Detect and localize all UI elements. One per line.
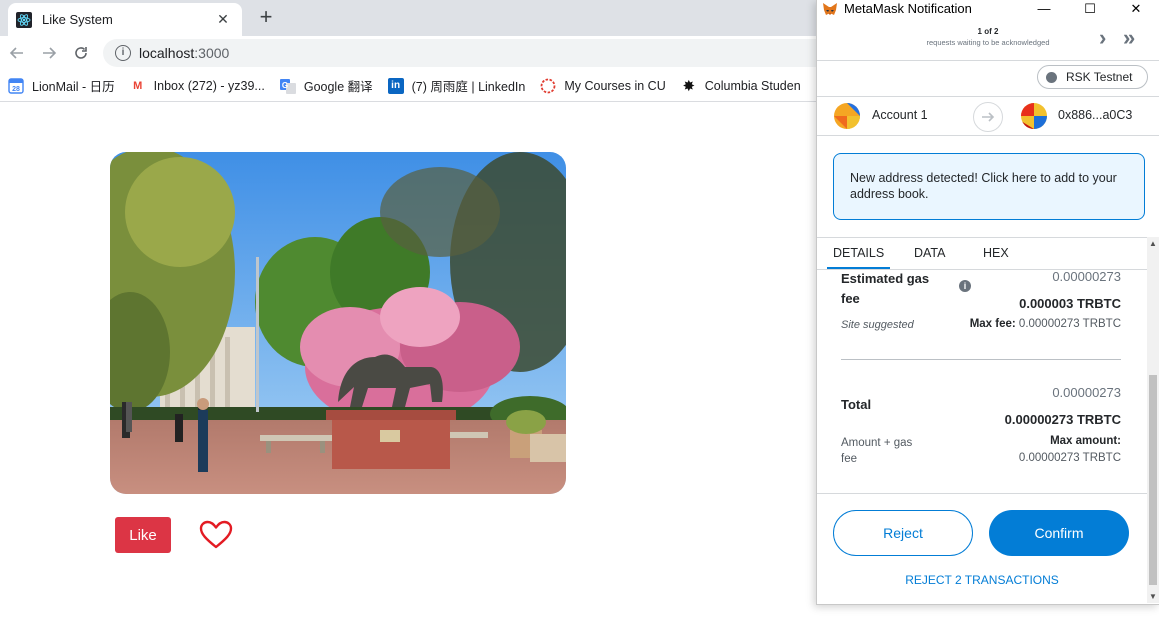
network-selector[interactable]: RSK Testnet (1037, 65, 1148, 89)
back-button[interactable] (5, 41, 29, 65)
network-status-icon (1046, 71, 1057, 83)
new-tab-button[interactable]: + (254, 6, 278, 30)
maximize-button[interactable]: ☐ (1067, 1, 1113, 17)
like-button[interactable]: Like (115, 517, 171, 553)
back-arrow-icon (9, 47, 23, 59)
close-window-button[interactable]: ✕ (1113, 1, 1159, 17)
total-label: Total (841, 397, 872, 412)
estimated-gas-fee-label: Estimated gas fee (841, 271, 930, 306)
tab-hex[interactable]: HEX (983, 238, 1009, 269)
max-fee: Max fee: 0.00000273 TRBTC (970, 318, 1121, 330)
amount-plus-gas-label: Amount + gas fee (841, 437, 913, 465)
to-address[interactable]: 0x886...a0C3 (1058, 108, 1132, 122)
from-account-name[interactable]: Account 1 (872, 108, 928, 122)
to-address-avatar[interactable] (1021, 103, 1047, 129)
queue-count: 1 of 2 (977, 27, 999, 36)
bookmark-gmail[interactable]: M Inbox (272) - yz39... (130, 78, 265, 94)
confirm-tabs: DETAILS DATA HEX (817, 237, 1147, 270)
tab-details[interactable]: DETAILS (827, 238, 891, 269)
bookmark-lionmail[interactable]: 28 LionMail - 日历 (8, 76, 115, 95)
minimize-button[interactable]: — (1021, 1, 1067, 16)
bookmark-label: (7) 周雨庭 | LinkedIn (411, 80, 526, 94)
bookmark-label: LionMail - 日历 (32, 80, 115, 94)
reload-button[interactable] (69, 41, 93, 65)
calendar-icon: 28 (8, 77, 24, 94)
columbia-icon: ✸ (682, 77, 696, 95)
url-port: :3000 (194, 45, 230, 61)
gas-fee-primary: 0.000003 TRBTC (1019, 296, 1121, 311)
max-amount-value: 0.00000273 TRBTC (1018, 452, 1121, 464)
metamask-fox-icon (822, 1, 838, 17)
queue-text: requests waiting to be acknowledged (926, 38, 1050, 47)
network-name: RSK Testnet (1066, 70, 1133, 84)
site-info-icon[interactable]: i (115, 45, 131, 61)
svg-text:28: 28 (12, 86, 20, 93)
confirm-button[interactable]: Confirm (989, 510, 1129, 556)
arrow-right-icon (973, 102, 1003, 132)
tab-data[interactable]: DATA (914, 238, 945, 269)
footer-divider (817, 493, 1147, 494)
browser-tab-like-system[interactable]: Like System ✕ (8, 3, 242, 36)
from-account-avatar[interactable] (834, 103, 860, 129)
max-fee-label: Max fee: (969, 318, 1016, 330)
total-primary: 0.00000273 TRBTC (1004, 412, 1121, 427)
bookmark-google-translate[interactable]: G Google 翻译 (279, 76, 373, 95)
gmail-icon: M (133, 79, 143, 92)
scroll-up-icon[interactable]: ▲ (1147, 239, 1159, 248)
scroll-down-icon[interactable]: ▼ (1147, 592, 1159, 601)
max-fee-value: 0.00000273 TRBTC (1018, 318, 1121, 330)
url-host: localhost (139, 45, 195, 61)
reload-icon (75, 47, 87, 59)
metamask-notification-window: MetaMask Notification — ☐ ✕ 1 of 2 reque… (816, 0, 1159, 605)
bookmark-label: Google 翻译 (303, 80, 373, 94)
site-suggested-label: Site suggested (841, 319, 914, 331)
bookmark-linkedin[interactable]: in (7) 周雨庭 | LinkedIn (387, 76, 526, 95)
scroll-thumb[interactable] (1149, 375, 1157, 585)
next-request-icon[interactable]: › (1099, 27, 1106, 49)
window-title: MetaMask Notification (844, 1, 972, 16)
reject-all-transactions-link[interactable]: REJECT 2 TRANSACTIONS (817, 573, 1147, 587)
react-icon (16, 11, 32, 28)
scrollbar[interactable]: ▲ ▼ (1147, 237, 1159, 603)
bookmark-columbia-student[interactable]: ✸ Columbia Studen (681, 77, 801, 95)
campus-photo (110, 152, 566, 494)
last-request-icon[interactable]: » (1123, 27, 1136, 49)
heart-icon[interactable] (199, 520, 233, 550)
forward-arrow-icon (43, 47, 57, 59)
tab-title: Like System (42, 12, 113, 27)
bookmark-label: Inbox (272) - yz39... (153, 78, 265, 93)
forward-button[interactable] (37, 41, 61, 65)
bookmark-label: My Courses in CU (564, 78, 666, 93)
bookmark-my-courses[interactable]: My Courses in CU (540, 78, 666, 94)
address-bar[interactable]: i localhost:3000 (103, 39, 863, 67)
window-titlebar: MetaMask Notification — ☐ ✕ (817, 0, 1159, 17)
gas-fee-secondary: 0.00000273 (1052, 269, 1121, 284)
sender-recipient: Account 1 0x886...a0C3 (817, 96, 1159, 136)
confirmation-queue: 1 of 2 requests waiting to be acknowledg… (817, 17, 1159, 61)
translate-icon: G (279, 78, 296, 94)
total-secondary: 0.00000273 (1052, 385, 1121, 400)
reject-button[interactable]: Reject (833, 510, 973, 556)
new-address-alert[interactable]: New address detected! Click here to add … (833, 153, 1145, 220)
bookmark-label: Columbia Studen (704, 78, 801, 93)
section-divider (841, 359, 1121, 360)
tab-close-icon[interactable]: ✕ (214, 11, 232, 28)
linkedin-icon: in (387, 77, 404, 94)
svg-text:G: G (282, 81, 288, 90)
info-icon[interactable]: i (959, 280, 971, 292)
max-amount-label: Max amount: (1050, 435, 1121, 447)
courses-icon (540, 78, 556, 94)
